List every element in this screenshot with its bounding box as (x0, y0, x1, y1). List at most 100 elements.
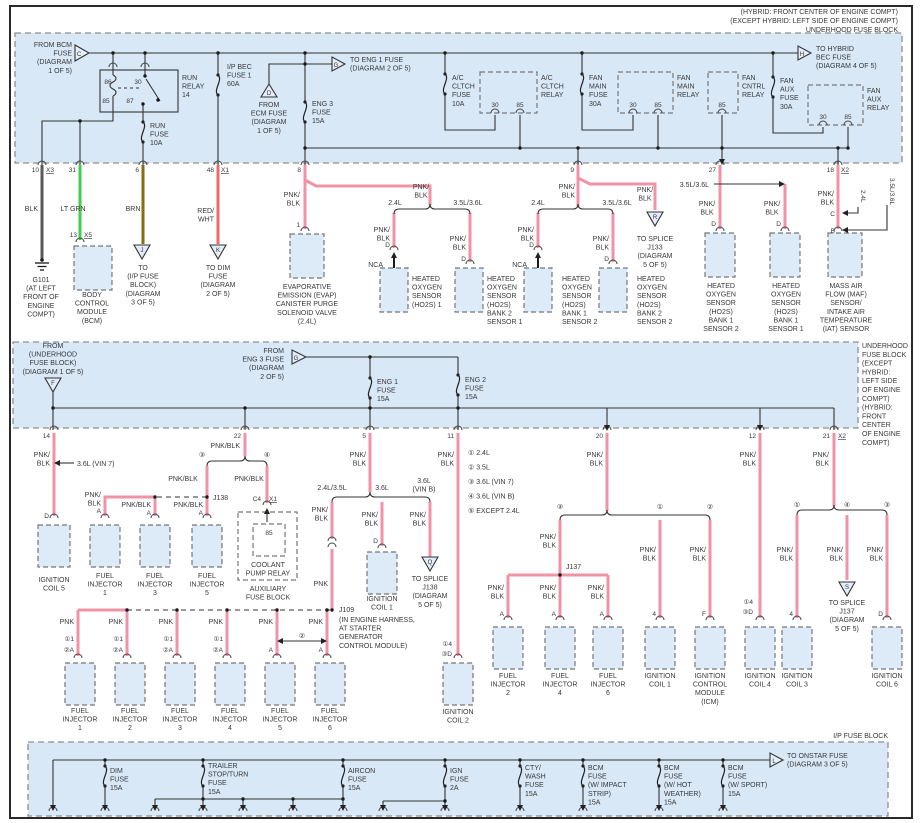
evap-label-line-2: CANISTER PURGE (276, 301, 339, 308)
fan-aux-fuse-label-line-2: FUSE (780, 95, 799, 102)
fi5-label-line-1: INJECTOR (190, 582, 225, 589)
fib5-label-line-0: FUEL (271, 708, 289, 715)
bcm1-fuse-sym-dot1 (581, 764, 585, 768)
d-h3-line-0: D (529, 242, 534, 249)
pnkblk-j138-line-0: PNK/BLK (168, 476, 198, 483)
to-ip-fuse-label-line-4: 3 OF 5) (131, 299, 155, 306)
to-eng1-fuse-label: TO ENG 1 FUSE (DIAGRAM 2 OF 5) (350, 57, 411, 73)
circ3-22: ③ (199, 451, 205, 459)
ho2s-b1s2b-label-line-5: SENSOR 2 (703, 326, 739, 333)
junction-dot-42 (241, 797, 245, 801)
pnkblk-fi1-line-1: BLK (88, 501, 102, 508)
lbl-35l-b-line-0: 3.5L/3.6L (602, 200, 631, 207)
ho2s-b2s2-label-line-2: SENSOR (637, 293, 667, 300)
bcm-fuse2-label-line-2: (W/ HOT (664, 782, 692, 789)
eng3-fuse-label-line-0: ENG 3 (312, 101, 333, 108)
pnkblk-18-line-0: PNK/ (818, 191, 834, 198)
g101-label-line-2: FRONT OF (23, 294, 59, 301)
cty-wash-fuse-label-line-1: WASH (525, 774, 546, 781)
fm-30-line-0: 30 (629, 102, 637, 109)
pnkblk-18-line-1: BLK (821, 200, 835, 207)
a-fi3: A (147, 510, 152, 517)
pnkblk-h3-line-0: PNK/ (518, 227, 534, 234)
fan-main-relay-label-line-0: FAN (677, 75, 691, 82)
pnkblk-icm-line-0: PNK/ (690, 547, 706, 554)
ho2s1-label-line-2: SENSOR (412, 293, 442, 300)
fib5-pina: A (269, 647, 274, 654)
ign-coil4-box (744, 626, 776, 670)
bcm1-fuse-sym-dot2 (581, 784, 585, 788)
lbl-35l-a: 3.5L/3.6L (453, 200, 482, 207)
ho2s1-label: HEATED OXYGEN SENSOR (HO2S) 1 (412, 276, 442, 309)
eng3-fuse-sym-dot1 (303, 100, 307, 104)
lbl-35l-a-line-0: 3.5L/3.6L (453, 200, 482, 207)
pin4-ic3-line-0: 4 (789, 611, 793, 618)
underhood-right-label-line-7: (HYBRID: (862, 405, 893, 412)
pin4-ic1b: 4 (652, 611, 656, 618)
ign-coil4-label-line-1: COIL 4 (749, 682, 771, 689)
pnkblk-h4: PNK/BLK (593, 236, 610, 252)
fi2-label: FUEL INJECTOR 2 (491, 673, 526, 697)
pnkblk-27a-line-0: PNK/ (699, 201, 715, 208)
pnk-b2-line-0: PNK (109, 619, 124, 626)
ac-clutch-fuse-label-line-1: CLTCH (452, 84, 475, 91)
fi5-label-line-2: 5 (205, 590, 209, 597)
evap-pin1-line-0: 1 (296, 222, 300, 229)
pnkblk-20: PNK/BLK (587, 452, 604, 468)
conn-x5-line-0: X5 (84, 232, 92, 239)
underhood-right-label-line-5: OF ENGINE (862, 387, 901, 394)
ho2s-b1s1-label-line-2: SENSOR (771, 300, 801, 307)
to-j138-label-line-3: 5 OF 5) (418, 602, 442, 609)
bcm-fuse1-label-line-1: FUSE (588, 774, 607, 781)
bcm-fuse1-label-line-0: BCM (588, 765, 604, 772)
ic2-l2: ③D (441, 650, 452, 658)
pin-12-line-0: 12 (749, 433, 757, 440)
fa-30-line-0: 30 (819, 114, 827, 121)
pnk-b3-line-0: PNK (159, 619, 174, 626)
ho2s-b2s1-label-line-3: (HO2S) (487, 302, 511, 309)
pin-87-line-0: 87 (126, 98, 134, 105)
pnkblk-5a-line-1: BLK (315, 516, 329, 523)
pnkblk-27b: PNK/BLK (764, 201, 780, 217)
g101-label-line-4: COMPT) (27, 311, 55, 318)
ign-coil6-box (871, 626, 903, 670)
pnkblk-icm: PNK/BLK (690, 547, 707, 563)
fan-aux-fuse-label-line-1: AUX (780, 87, 795, 94)
j109-note: (IN ENGINE HARNESS, AT STARTER GENERATOR CO… (339, 617, 415, 650)
fan-main-fuse-label-line-0: FAN (589, 75, 603, 82)
vin-legend-line-0: ① 2.4L (468, 449, 490, 457)
fib2-pins: ①1 (114, 635, 124, 643)
icm-label-line-3: (ICM) (701, 699, 719, 706)
eng1-fuse-label-line-2: 15A (377, 396, 390, 403)
underhood-right-label-line-4: LEFT SIDE (862, 378, 898, 385)
fi2-label-line-1: INJECTOR (491, 682, 526, 689)
from-underhood-label-line-3: (DIAGRAM 1 OF 5) (23, 369, 84, 376)
lbl-36-line-0: 3.6L (375, 485, 389, 492)
fan-main-fuse-label-line-3: 30A (589, 101, 602, 108)
junction-dot-18 (846, 146, 850, 150)
eng3-fuse-label-line-1: FUSE (312, 110, 331, 117)
junction-dot-26 (558, 573, 562, 577)
pnkblk-fi1: PNK/BLK (85, 492, 102, 508)
junction-dot-38 (581, 758, 585, 762)
ip-bec-fuse-label-line-2: 60A (227, 81, 240, 88)
ho2s-b2s2-label-line-0: HEATED (637, 276, 665, 283)
fan-aux-fuse-label-line-0: FAN (780, 78, 794, 85)
pnkblk-j137-line-0: PNK/ (540, 534, 556, 541)
dim-fuse-label-line-1: FUSE (110, 777, 129, 784)
fib5-label-line-1: INJECTOR (263, 717, 298, 724)
run-fuse-label-line-0: RUN (150, 123, 165, 130)
bcm-fuse1-label-line-4: 15A (588, 799, 601, 806)
fib2-pins-line-0: ①1 (114, 635, 124, 643)
junction-dot-29 (175, 608, 179, 612)
fib6-pina: A (319, 647, 324, 654)
maf-iat-box (827, 232, 863, 278)
pnkblk-s21: PNK/BLK (827, 547, 844, 563)
pnkblk-ic1b: PNK/BLK (640, 547, 657, 563)
aux-fuse-block-label-line-0: AUXILIARY (250, 586, 287, 593)
pnkblk-fi6: PNK/BLK (588, 585, 605, 601)
fan-cntrl-relay-label-line-1: CNTRL (742, 84, 765, 91)
fuel-inj3-box (139, 524, 171, 568)
pnkblk-8-line-1: BLK (287, 201, 301, 208)
fi1-label-line-0: FUEL (96, 573, 114, 580)
